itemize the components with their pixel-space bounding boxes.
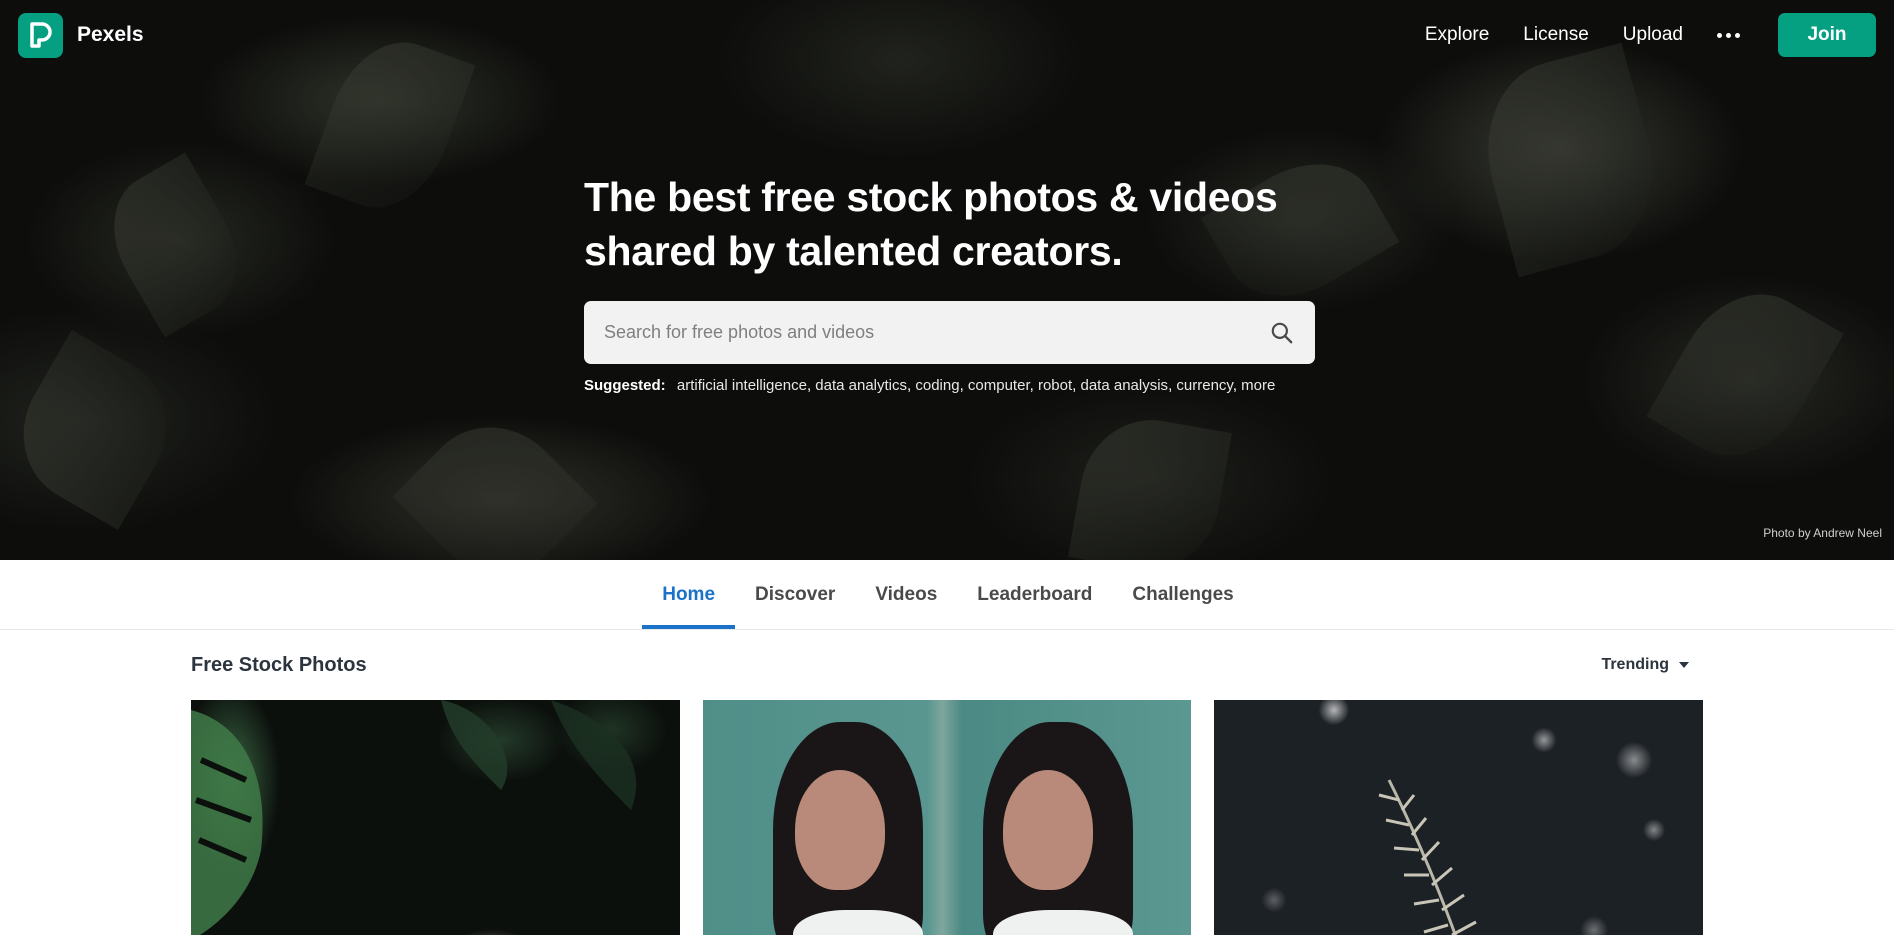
- nav-license-link[interactable]: License: [1523, 24, 1589, 46]
- tab-leaderboard[interactable]: Leaderboard: [957, 560, 1112, 629]
- photo-card-portrait[interactable]: [702, 700, 1192, 935]
- suggestion-separator: ,: [959, 377, 968, 394]
- hero-title-line-2: shared by talented creators.: [584, 228, 1123, 274]
- suggestion-link[interactable]: data analysis: [1081, 377, 1169, 394]
- suggestion-link[interactable]: currency: [1176, 377, 1232, 394]
- nav-upload-link[interactable]: Upload: [1623, 24, 1683, 46]
- hero-title: The best free stock photos & videos shar…: [584, 170, 1316, 278]
- tab-discover[interactable]: Discover: [735, 560, 855, 629]
- brand-name: Pexels: [77, 23, 144, 46]
- suggestion-link[interactable]: artificial intelligence: [677, 377, 807, 394]
- tab-home[interactable]: Home: [642, 560, 736, 629]
- suggestion-link[interactable]: robot: [1038, 377, 1072, 394]
- pexels-logo[interactable]: Pexels: [18, 12, 144, 58]
- tab-videos[interactable]: Videos: [855, 560, 957, 629]
- photo-grid: [191, 700, 1704, 935]
- caret-down-icon: [1679, 662, 1689, 668]
- hero-title-line-1: The best free stock photos & videos: [584, 174, 1278, 220]
- fern-image: [1378, 779, 1478, 935]
- nav-links: Explore License Upload Join: [1391, 13, 1876, 57]
- suggestion-link[interactable]: coding: [915, 377, 959, 394]
- suggested-label: Suggested:: [584, 377, 666, 394]
- photo-gallery: Free Stock Photos Trending: [0, 630, 1894, 935]
- join-button[interactable]: Join: [1778, 13, 1876, 57]
- hero-section: Pexels Explore License Upload Join The b…: [0, 0, 1894, 560]
- suggested-searches: Suggested: artificial intelligence, data…: [584, 377, 1316, 394]
- suggestion-separator: ,: [1029, 377, 1038, 394]
- nav-explore-link[interactable]: Explore: [1425, 24, 1489, 46]
- section-tabs: Home Discover Videos Leaderboard Challen…: [0, 560, 1894, 630]
- search-input[interactable]: [604, 322, 1269, 343]
- more-options-icon[interactable]: [1717, 32, 1740, 38]
- suggestion-separator: ,: [1072, 377, 1081, 394]
- search-icon[interactable]: [1269, 320, 1295, 346]
- photo-credit-link[interactable]: Photo by Andrew Neel: [1763, 526, 1882, 540]
- sort-dropdown[interactable]: Trending: [1601, 656, 1703, 674]
- sort-label: Trending: [1601, 656, 1669, 673]
- pexels-logo-icon: [18, 12, 63, 58]
- monstera-leaf-image: [191, 700, 637, 935]
- hero-content: The best free stock photos & videos shar…: [584, 170, 1316, 394]
- suggestion-link[interactable]: data analytics: [815, 377, 907, 394]
- portrait-face: [794, 770, 885, 890]
- suggestion-link[interactable]: computer: [968, 377, 1030, 394]
- search-bar: [584, 301, 1315, 364]
- suggestion-separator: ,: [1232, 377, 1242, 394]
- suggestion-more-link[interactable]: more: [1241, 377, 1275, 394]
- tab-challenges[interactable]: Challenges: [1112, 560, 1253, 629]
- gallery-header: Free Stock Photos Trending: [191, 630, 1703, 700]
- photo-card-plants[interactable]: [191, 700, 680, 935]
- photo-card-fern[interactable]: [1214, 700, 1704, 935]
- top-navbar: Pexels Explore License Upload Join: [0, 0, 1894, 70]
- gallery-title: Free Stock Photos: [191, 653, 367, 676]
- portrait-face: [1002, 770, 1093, 890]
